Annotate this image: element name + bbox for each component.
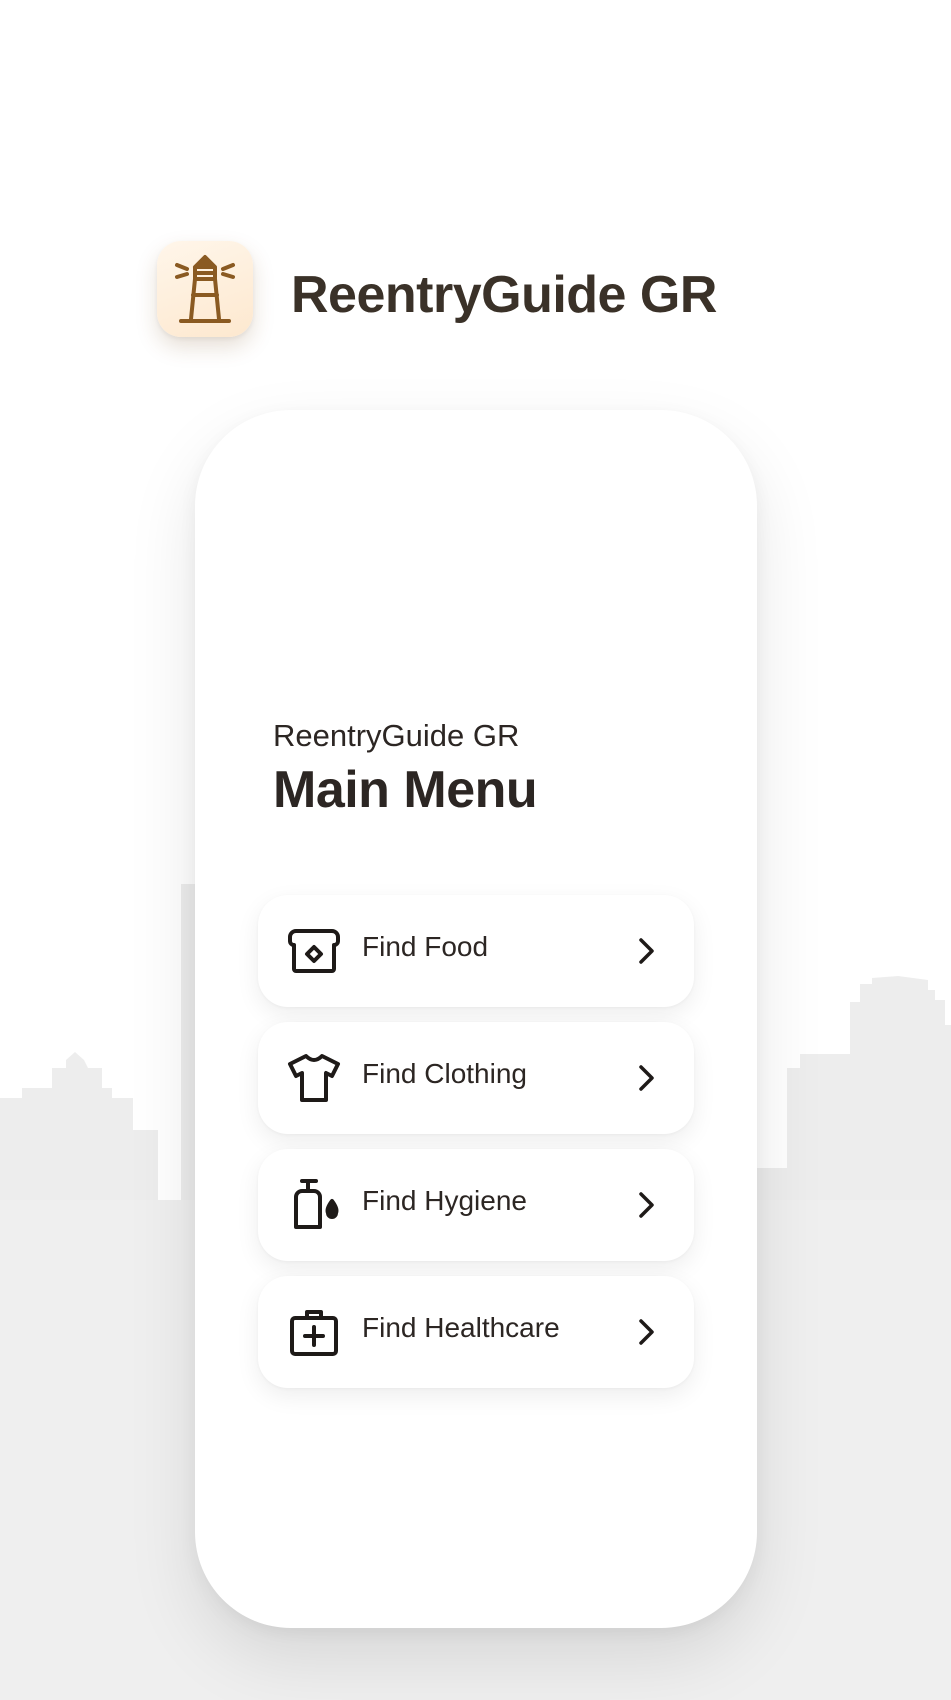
phone-frame: ReentryGuide GR Main Menu Find Food Find…	[195, 410, 757, 1628]
menu-item-find-healthcare[interactable]: Find Healthcare	[258, 1276, 694, 1388]
app-header: ReentryGuide GR	[157, 241, 717, 337]
app-logo	[157, 241, 253, 337]
menu-item-label: Find Hygiene	[362, 1185, 527, 1216]
menu-item-find-hygiene[interactable]: Find Hygiene	[258, 1149, 694, 1261]
chevron-right-icon	[639, 1319, 654, 1345]
menu-item-find-food[interactable]: Find Food	[258, 895, 694, 1007]
menu-item-label: Find Clothing	[362, 1058, 527, 1089]
chevron-right-icon	[639, 1065, 654, 1091]
page-title: Main Menu	[273, 761, 538, 819]
menu-item-label: Find Healthcare	[362, 1312, 560, 1343]
medical-kit-icon	[290, 1310, 338, 1356]
chevron-right-icon	[639, 938, 654, 964]
lighthouse-icon	[175, 255, 235, 323]
bread-icon	[288, 929, 340, 973]
chevron-right-icon	[639, 1192, 654, 1218]
soap-dispenser-icon	[294, 1179, 339, 1229]
app-title: ReentryGuide GR	[291, 266, 717, 324]
menu-item-label: Find Food	[362, 931, 489, 962]
menu-item-find-clothing[interactable]: Find Clothing	[258, 1022, 694, 1134]
main-menu-list: Find Food Find Clothing Find Hygiene Fin…	[258, 895, 694, 1403]
tshirt-icon	[288, 1054, 340, 1102]
screen-subtitle: ReentryGuide GR	[273, 718, 520, 753]
